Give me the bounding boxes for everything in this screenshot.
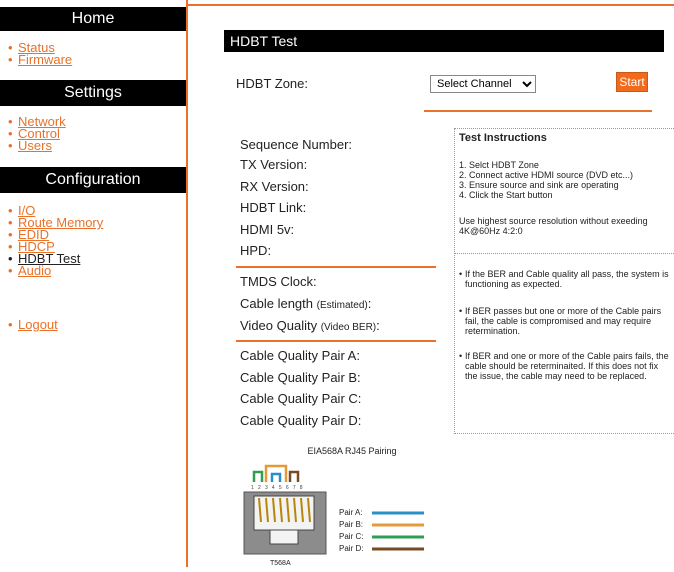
fields-divider-2: [236, 340, 436, 342]
hdmi-5v-label: HDMI 5v:: [240, 222, 295, 237]
pair-b-label: Cable Quality Pair B:: [240, 370, 361, 385]
jack-opening: [253, 495, 315, 531]
diagram-caption: T568A: [270, 560, 291, 567]
configuration-header: Configuration: [0, 167, 186, 193]
menu-item-users[interactable]: Users: [8, 138, 66, 153]
fields-divider-1: [236, 266, 436, 268]
audio-link[interactable]: Audio: [18, 263, 51, 278]
home-header: Home: [0, 7, 186, 31]
configuration-menu: I/O Route Memory EDID HDCP HDBT Test Aud…: [0, 204, 103, 278]
instruction-step: 2. Connect active HDMI source (DVD etc..…: [459, 170, 634, 180]
users-link[interactable]: Users: [18, 138, 52, 153]
pair-a-label: Cable Quality Pair A:: [240, 348, 360, 363]
instructions-steps: 1. Selct HDBT Zone 2. Connect active HDM…: [459, 160, 633, 200]
pair-d-legend-label: Pair D:: [339, 544, 363, 553]
video-quality-text: Video Quality: [240, 318, 318, 333]
menu-item-firmware[interactable]: Firmware: [8, 52, 72, 67]
logout-link[interactable]: Logout: [18, 317, 58, 332]
video-quality-label: Video Quality (Video BER):: [240, 318, 380, 333]
pair-b-legend-label: Pair B:: [339, 520, 363, 529]
diagram-title: EIA568A RJ45 Pairing: [307, 446, 396, 456]
hpd-label: HPD:: [240, 243, 272, 258]
instruction-step: 1. Selct HDBT Zone: [459, 160, 539, 170]
settings-header: Settings: [0, 80, 186, 106]
home-menu: Status Firmware: [0, 41, 72, 67]
test-instructions-panel: Test Instructions 1. Selct HDBT Zone 2. …: [454, 128, 674, 434]
hdbt-zone-select[interactable]: Select Channel: [430, 75, 536, 93]
instruction-bullet: If the BER and Cable quality all pass, t…: [459, 269, 671, 289]
settings-menu: Network Control Users: [0, 115, 66, 153]
pair-a-loop: [270, 472, 282, 482]
page-title: HDBT Test: [224, 30, 664, 52]
pair-d-label: Cable Quality Pair D:: [240, 413, 362, 428]
pair-c-legend-label: Pair C:: [339, 532, 363, 541]
pair-c-loop: [252, 470, 264, 482]
cable-length-note: (Estimated): [316, 300, 368, 311]
instruction-step: 3. Ensure source and sink are operating: [459, 180, 619, 190]
sidebar: Home Status Firmware Settings Network Co…: [0, 0, 188, 567]
pair-a-legend-label: Pair A:: [339, 508, 363, 517]
top-divider: [188, 4, 674, 6]
sequence-number-label: Sequence Number:: [240, 137, 353, 152]
start-button[interactable]: Start: [616, 72, 648, 92]
menu-item-audio[interactable]: Audio: [8, 263, 103, 278]
tx-version-label: TX Version:: [240, 157, 308, 172]
instructions-separator: [455, 253, 674, 254]
tmds-clock-label: TMDS Clock:: [240, 274, 317, 289]
pin-numbers: 1 2 3 4 5 6 7 8: [251, 485, 304, 491]
jack-latch: [269, 529, 299, 545]
resolution-note: Use highest source resolution without ex…: [459, 216, 648, 236]
menu-item-logout[interactable]: Logout: [8, 317, 58, 332]
cable-length-label: Cable length (Estimated):: [240, 296, 372, 311]
rj45-pairing-diagram: EIA568A RJ45 Pairing 1 2 3 4 5 6 7 8 T56…: [240, 444, 440, 567]
instruction-bullet: If BER passes but one or more of the Cab…: [459, 306, 671, 336]
hdbt-zone-label: HDBT Zone:: [236, 76, 309, 91]
pair-d-loop: [288, 470, 300, 482]
firmware-link[interactable]: Firmware: [18, 52, 72, 67]
instructions-title: Test Instructions: [459, 132, 547, 144]
logout-menu: Logout: [0, 317, 58, 332]
pair-c-label: Cable Quality Pair C:: [240, 391, 362, 406]
rj45-diagram-svg: EIA568A RJ45 Pairing 1 2 3 4 5 6 7 8 T56…: [243, 446, 424, 567]
hdbt-link-label: HDBT Link:: [240, 200, 307, 215]
rx-version-label: RX Version:: [240, 179, 309, 194]
zone-divider: [424, 110, 652, 112]
video-quality-note: (Video BER): [320, 322, 377, 333]
cable-length-text: Cable length: [240, 296, 313, 311]
instruction-step: 4. Click the Start button: [459, 190, 553, 200]
instruction-bullet: If BER and one or more of the Cable pair…: [459, 351, 671, 381]
